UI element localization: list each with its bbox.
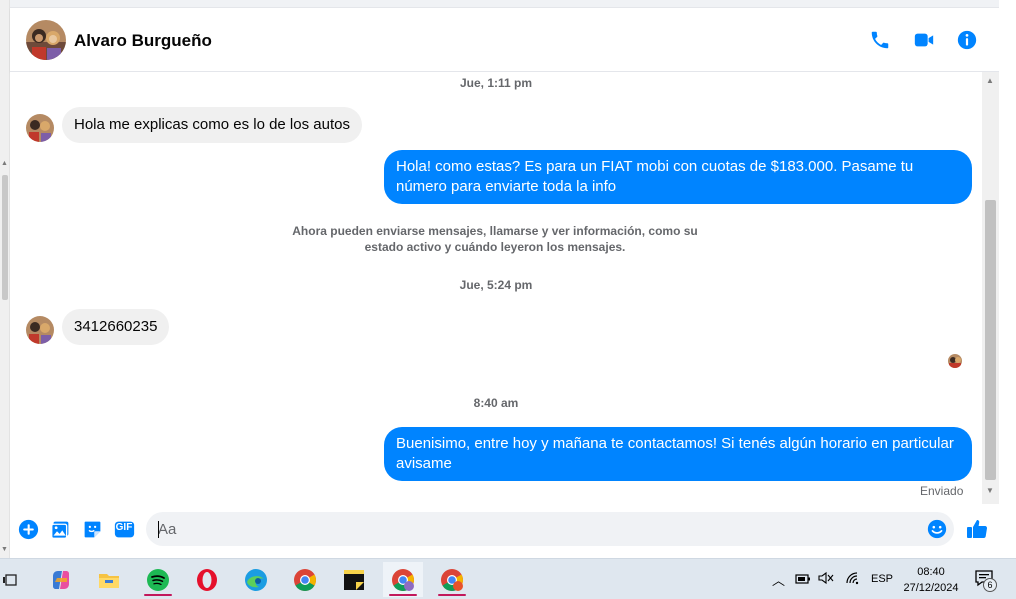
text-caret bbox=[158, 521, 159, 538]
message-input[interactable] bbox=[158, 512, 918, 546]
taskbar-opera[interactable] bbox=[187, 562, 227, 597]
taskbar-sticky-notes[interactable] bbox=[334, 562, 374, 597]
timestamp: Jue, 1:11 pm bbox=[459, 76, 533, 90]
contact-name[interactable]: Alvaro Burgueño bbox=[74, 31, 212, 51]
thumbs-up-icon bbox=[967, 520, 988, 539]
edge-icon bbox=[245, 568, 267, 591]
timestamp: Jue, 5:24 pm bbox=[459, 278, 533, 292]
copilot-icon bbox=[53, 570, 69, 589]
chrome-profile-icon bbox=[392, 568, 414, 591]
sticker-icon bbox=[84, 521, 100, 537]
chrome-icon bbox=[294, 568, 316, 591]
folder-icon bbox=[99, 573, 119, 588]
message-scrollbar[interactable]: ▲ ▼ bbox=[982, 72, 999, 504]
outgoing-message[interactable]: Hola! como estas? Es para un FIAT mobi c… bbox=[384, 150, 972, 204]
video-call-button[interactable] bbox=[911, 27, 937, 53]
taskbar-chrome[interactable] bbox=[285, 562, 325, 597]
taskbar-chrome-profile-2[interactable] bbox=[432, 562, 472, 597]
voice-call-button[interactable] bbox=[867, 27, 893, 53]
more-actions-button[interactable] bbox=[17, 518, 39, 540]
left-scroll-thumb[interactable] bbox=[2, 175, 8, 300]
taskbar-edge[interactable] bbox=[236, 562, 276, 597]
scroll-up-arrow-icon[interactable]: ▲ bbox=[1, 160, 8, 167]
clock-date: 27/12/2024 bbox=[903, 582, 959, 594]
task-view-icon bbox=[3, 573, 17, 586]
top-strip bbox=[10, 0, 1000, 8]
wifi-icon[interactable] bbox=[845, 571, 861, 590]
volume-muted-icon[interactable] bbox=[818, 571, 834, 590]
sender-avatar[interactable] bbox=[26, 114, 54, 142]
running-indicator bbox=[438, 594, 466, 596]
scroll-down-arrow-icon[interactable]: ▼ bbox=[1, 546, 8, 553]
running-indicator bbox=[144, 594, 172, 596]
system-clock[interactable]: 08:40 27/12/2024 bbox=[896, 564, 966, 596]
gif-button[interactable]: GIF bbox=[113, 518, 135, 540]
outgoing-message[interactable]: Buenisimo, entre hoy y mañana te contact… bbox=[384, 427, 972, 481]
system-notice: Ahora pueden enviarse mensajes, llamarse… bbox=[292, 224, 698, 254]
input-language[interactable]: ESP bbox=[871, 573, 893, 585]
read-receipt-avatar bbox=[948, 354, 962, 368]
running-indicator bbox=[389, 594, 417, 596]
scroll-up-arrow-icon[interactable]: ▲ bbox=[986, 76, 994, 85]
chrome-profile-icon bbox=[441, 568, 463, 591]
incoming-message[interactable]: Hola me explicas como es lo de los autos bbox=[62, 107, 362, 143]
battery-icon[interactable] bbox=[795, 572, 811, 590]
gif-label: GIF bbox=[115, 522, 133, 533]
notification-count-badge: 6 bbox=[983, 578, 997, 592]
browser-left-frame: ▲ ▼ bbox=[0, 0, 10, 558]
timestamp: 8:40 am bbox=[473, 396, 519, 410]
message-composer: GIF bbox=[10, 504, 999, 558]
sticker-button[interactable] bbox=[81, 518, 103, 540]
contact-avatar[interactable] bbox=[26, 20, 66, 60]
show-hidden-icons-chevron-up-icon[interactable]: ︿ bbox=[772, 570, 785, 589]
taskbar-file-explorer[interactable] bbox=[89, 562, 129, 597]
incoming-message[interactable]: 3412660235 bbox=[62, 309, 170, 345]
window-right-edge bbox=[999, 0, 1016, 558]
taskbar-spotify[interactable] bbox=[138, 562, 178, 597]
taskbar-copilot[interactable] bbox=[41, 562, 81, 597]
video-camera-icon bbox=[914, 33, 934, 47]
phone-icon bbox=[871, 31, 889, 49]
sticky-notes-icon bbox=[344, 569, 364, 590]
info-icon bbox=[957, 30, 977, 50]
plus-circle-icon bbox=[18, 519, 38, 539]
emoji-button[interactable] bbox=[926, 518, 948, 540]
windows-taskbar: ︿ ESP 08:40 27/12/2024 6 bbox=[0, 558, 1016, 599]
conversation-info-button[interactable] bbox=[954, 27, 980, 53]
like-button[interactable] bbox=[965, 517, 989, 541]
message-list[interactable]: Jue, 1:11 pm Hola me explicas como es lo… bbox=[10, 72, 982, 504]
image-icon bbox=[50, 521, 68, 539]
scroll-down-arrow-icon[interactable]: ▼ bbox=[986, 486, 994, 495]
spotify-icon bbox=[147, 568, 169, 591]
task-view-button[interactable] bbox=[0, 562, 22, 597]
attach-photo-button[interactable] bbox=[49, 518, 71, 540]
chat-header: Alvaro Burgueño bbox=[10, 8, 999, 72]
notification-center-button[interactable]: 6 bbox=[974, 569, 997, 592]
message-status: Enviado bbox=[920, 484, 964, 498]
clock-time: 08:40 bbox=[917, 566, 945, 578]
smiley-icon bbox=[927, 519, 947, 539]
sender-avatar[interactable] bbox=[26, 316, 54, 344]
taskbar-chrome-profile-1[interactable] bbox=[383, 562, 423, 597]
opera-icon bbox=[197, 568, 217, 591]
message-input-box[interactable] bbox=[146, 512, 954, 546]
scroll-thumb[interactable] bbox=[985, 200, 996, 480]
